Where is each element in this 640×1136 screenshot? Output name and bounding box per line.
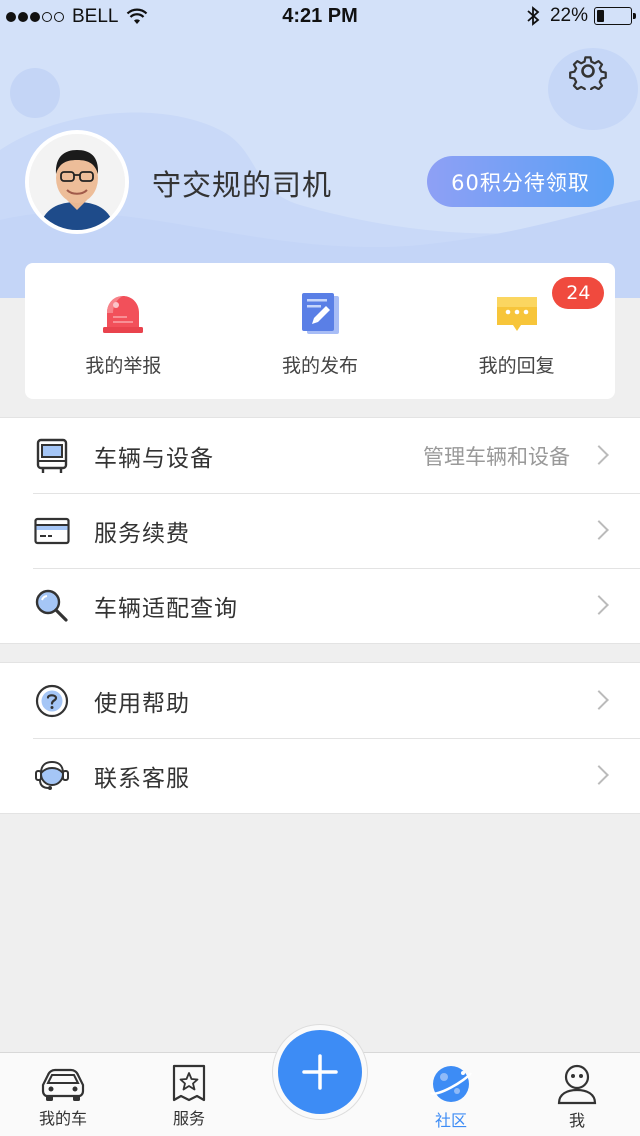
menu-item-service-renewal[interactable]: 服务续费 <box>0 493 640 568</box>
menu-group-vehicle: 车辆与设备 管理车辆和设备 服务续费 车辆适配查询 <box>0 417 640 644</box>
my-posts-button[interactable]: 我的发布 <box>222 263 419 399</box>
username: 守交规的司机 <box>152 168 333 202</box>
menu-item-label: 联系客服 <box>94 765 190 792</box>
user-photo <box>29 134 125 230</box>
car-icon <box>41 1068 85 1101</box>
notebook-edit-icon <box>296 289 344 337</box>
tab-label: 社区 <box>434 1111 467 1130</box>
chevron-right-icon <box>589 520 609 540</box>
status-bar: BELL 4:21 PM 22% <box>0 0 640 36</box>
tab-my-car[interactable]: 我的车 <box>18 1063 108 1129</box>
magnifier-icon <box>34 588 70 624</box>
claim-points-button[interactable]: 60积分待领取 <box>427 156 614 207</box>
chevron-right-icon <box>589 445 609 465</box>
tab-service[interactable]: 服务 <box>144 1063 234 1129</box>
menu-item-vehicle-compatibility[interactable]: 车辆适配查询 <box>0 568 640 643</box>
person-icon <box>557 1064 597 1105</box>
chat-bubble-icon <box>493 289 541 337</box>
bluetooth-icon <box>527 6 540 26</box>
tab-label: 我的车 <box>38 1109 87 1128</box>
battery-percent: 22% <box>549 5 588 26</box>
my-replies-button[interactable]: 我的回复 24 <box>418 263 615 399</box>
menu-item-label: 服务续费 <box>94 520 190 547</box>
bus-icon <box>34 438 70 474</box>
menu-item-help[interactable]: 使用帮助 <box>0 663 640 738</box>
receipt-star-icon <box>172 1064 206 1102</box>
menu-item-label: 车辆与设备 <box>94 445 214 472</box>
chevron-right-icon <box>589 765 609 785</box>
menu-item-hint: 管理车辆和设备 <box>423 444 570 469</box>
chevron-right-icon <box>589 690 609 710</box>
credit-card-icon <box>34 513 70 549</box>
create-post-button[interactable] <box>278 1030 362 1114</box>
plus-icon <box>302 1054 338 1090</box>
menu-item-label: 使用帮助 <box>94 690 190 717</box>
status-left: BELL <box>6 6 148 28</box>
question-circle-icon <box>34 683 70 719</box>
my-posts-label: 我的发布 <box>282 355 359 377</box>
menu-item-label: 车辆适配查询 <box>94 595 238 622</box>
menu-group-support: 使用帮助 联系客服 <box>0 662 640 814</box>
my-reports-label: 我的举报 <box>85 355 162 377</box>
my-reports-button[interactable]: 我的举报 <box>25 263 222 399</box>
chevron-right-icon <box>589 595 609 615</box>
quick-actions-card: 我的举报 我的发布 我的回复 24 <box>25 263 615 399</box>
avatar[interactable] <box>25 130 129 234</box>
status-right: 22% <box>526 5 636 27</box>
settings-button[interactable] <box>568 51 608 91</box>
tab-label: 我 <box>568 1111 585 1130</box>
carrier-name: BELL <box>72 6 119 27</box>
unread-count-badge: 24 <box>552 277 605 309</box>
tab-label: 服务 <box>172 1109 205 1128</box>
tab-me[interactable]: 我 <box>532 1063 622 1131</box>
headset-agent-icon <box>34 758 70 794</box>
menu-item-customer-service[interactable]: 联系客服 <box>0 738 640 813</box>
battery-icon <box>594 7 636 25</box>
wifi-icon <box>127 8 148 24</box>
signal-strength-icon <box>6 12 66 22</box>
gear-icon <box>569 56 607 90</box>
tab-community[interactable]: 社区 <box>406 1063 496 1131</box>
my-replies-label: 我的回复 <box>478 355 555 377</box>
alarm-light-icon <box>99 289 147 337</box>
menu-item-vehicles-devices[interactable]: 车辆与设备 管理车辆和设备 <box>0 418 640 493</box>
planet-icon <box>430 1066 472 1102</box>
